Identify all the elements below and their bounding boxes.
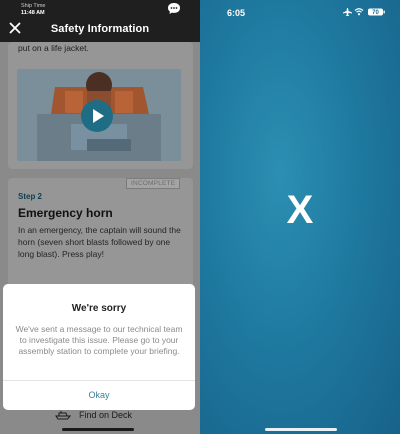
step-1-text: put on a life jacket. xyxy=(18,43,89,53)
app-screen: Ship Time 11:48 AM Safety Information pu… xyxy=(0,0,200,434)
close-mark[interactable]: X xyxy=(200,188,400,233)
dialog-message: We've sent a message to our technical te… xyxy=(15,324,183,356)
okay-button[interactable]: Okay xyxy=(3,381,195,410)
step-card-2: INCOMPLETE Step 2 Emergency horn In an e… xyxy=(8,178,193,298)
ocean-screen: 6:05 70 X xyxy=(200,0,400,434)
step-title: Emergency horn xyxy=(18,206,113,220)
find-on-deck-button[interactable]: Find on Deck xyxy=(55,408,132,422)
status-time: 6:05 xyxy=(227,8,246,18)
ship-time-label: Ship Time xyxy=(21,3,46,9)
chat-icon[interactable] xyxy=(167,2,181,15)
wifi-icon xyxy=(354,8,364,16)
app-header: Ship Time 11:48 AM Safety Information xyxy=(0,0,200,42)
step-label: Step 2 xyxy=(18,192,43,201)
play-button[interactable] xyxy=(81,100,113,132)
status-badge: INCOMPLETE xyxy=(126,178,181,189)
page-title: Safety Information xyxy=(50,23,150,35)
airplane-icon xyxy=(343,8,352,16)
battery-icon: 70 xyxy=(368,8,385,16)
home-indicator xyxy=(62,428,134,431)
find-on-deck-label: Find on Deck xyxy=(79,410,133,420)
home-indicator-right xyxy=(265,428,337,431)
step-description: In an emergency, the captain will sound … xyxy=(18,225,181,259)
ship-icon xyxy=(55,411,71,420)
status-icons: 70 xyxy=(343,8,385,16)
error-dialog: We're sorry We've sent a message to our … xyxy=(3,284,195,410)
battery-level: 70 xyxy=(372,10,379,16)
play-icon xyxy=(93,109,104,123)
ship-time-value: 11:48 AM xyxy=(21,10,45,16)
dialog-title: We're sorry xyxy=(71,303,127,314)
